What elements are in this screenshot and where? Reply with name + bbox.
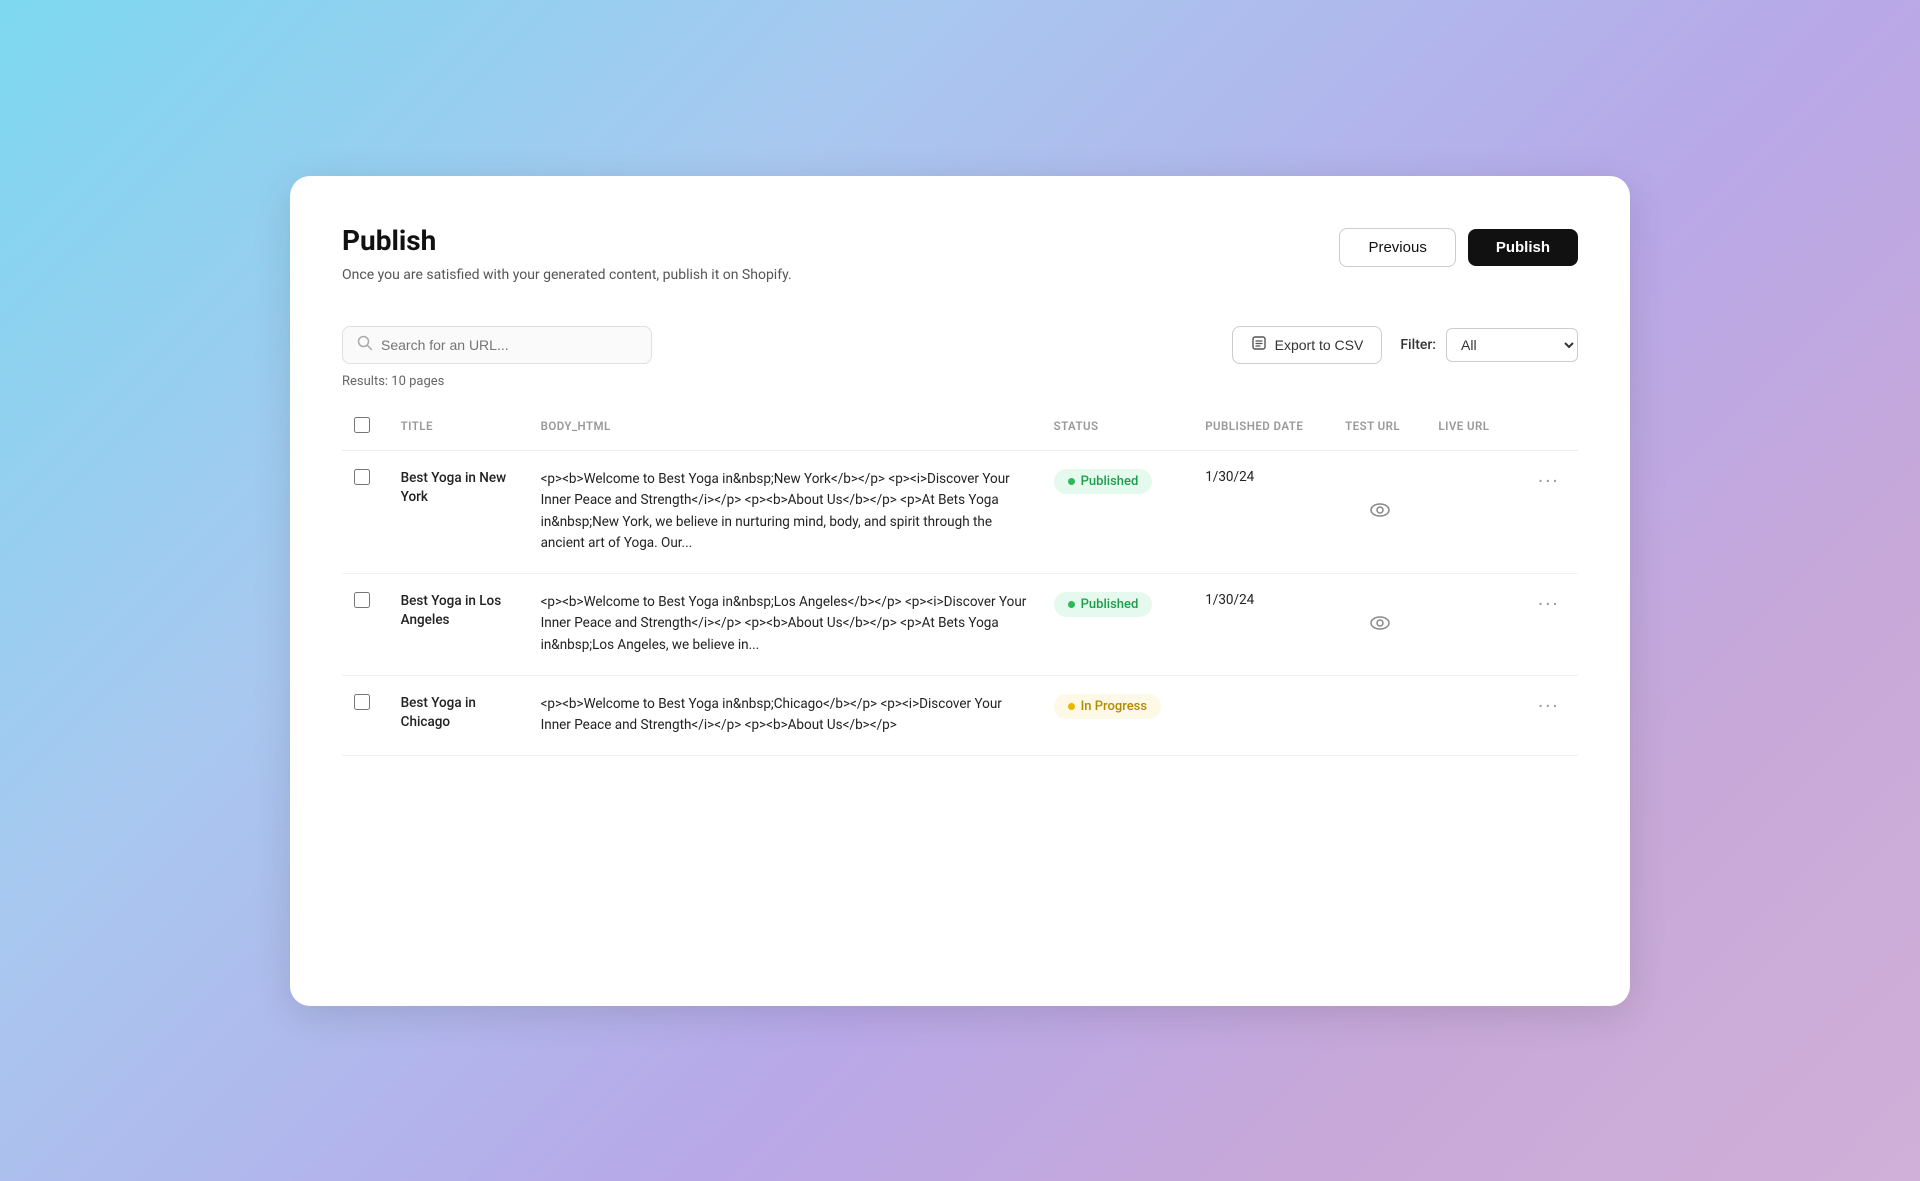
table-header-row: TITLE BODY_HTML STATUS PUBLISHED DATE TE…	[342, 409, 1578, 451]
test-url-eye-icon[interactable]	[1370, 501, 1390, 522]
row-test-url	[1333, 573, 1426, 675]
row-checkbox-cell	[342, 675, 389, 755]
table-row: Best Yoga in Chicago<p><b>Welcome to Bes…	[342, 675, 1578, 755]
export-label: Export to CSV	[1275, 337, 1364, 353]
th-test-url: TEST URL	[1333, 409, 1426, 451]
test-url-eye-icon[interactable]	[1370, 614, 1390, 635]
right-toolbar: Export to CSV Filter: All Published In P…	[1232, 326, 1578, 364]
row-title: Best Yoga in Chicago	[389, 675, 529, 755]
status-badge: Published	[1054, 469, 1153, 494]
search-input[interactable]	[381, 337, 637, 353]
row-status: Published	[1042, 573, 1194, 675]
row-body-html: <p><b>Welcome to Best Yoga in&nbsp;New Y…	[529, 450, 1042, 573]
actions-menu-button[interactable]: ···	[1538, 592, 1560, 616]
row-live-url	[1426, 573, 1519, 675]
table-row: Best Yoga in Los Angeles<p><b>Welcome to…	[342, 573, 1578, 675]
filter-label: Filter:	[1400, 337, 1436, 353]
row-title: Best Yoga in Los Angeles	[389, 573, 529, 675]
header-row: Publish Once you are satisfied with your…	[342, 224, 1578, 286]
results-label: Results: 10 pages	[342, 374, 1578, 389]
toolbar-row: Export to CSV Filter: All Published In P…	[342, 326, 1578, 364]
publish-button[interactable]: Publish	[1468, 229, 1578, 266]
row-checkbox[interactable]	[354, 592, 370, 608]
row-live-url	[1426, 450, 1519, 573]
row-test-url	[1333, 675, 1426, 755]
th-checkbox	[342, 409, 389, 451]
row-title: Best Yoga in New York	[389, 450, 529, 573]
row-date	[1193, 675, 1333, 755]
row-checkbox[interactable]	[354, 469, 370, 485]
row-actions: ···	[1520, 675, 1578, 755]
th-actions	[1520, 409, 1578, 451]
row-actions: ···	[1520, 573, 1578, 675]
table-row: Best Yoga in New York<p><b>Welcome to Be…	[342, 450, 1578, 573]
search-box	[342, 326, 652, 364]
export-icon	[1251, 335, 1267, 355]
row-checkbox-cell	[342, 573, 389, 675]
page-subtitle: Once you are satisfied with your generat…	[342, 265, 792, 286]
filter-wrapper: Filter: All Published In Progress Draft	[1400, 328, 1578, 362]
row-checkbox-cell	[342, 450, 389, 573]
row-body-html: <p><b>Welcome to Best Yoga in&nbsp;Chica…	[529, 675, 1042, 755]
header-left: Publish Once you are satisfied with your…	[342, 224, 792, 286]
th-live-url: LIVE URL	[1426, 409, 1519, 451]
search-icon	[357, 335, 373, 355]
filter-select[interactable]: All Published In Progress Draft	[1446, 328, 1578, 362]
previous-button[interactable]: Previous	[1339, 228, 1455, 267]
row-checkbox[interactable]	[354, 694, 370, 710]
th-published-date: PUBLISHED DATE	[1193, 409, 1333, 451]
header-buttons: Previous Publish	[1339, 228, 1578, 267]
row-test-url	[1333, 450, 1426, 573]
row-status: In Progress	[1042, 675, 1194, 755]
th-body-html: BODY_HTML	[529, 409, 1042, 451]
select-all-checkbox[interactable]	[354, 417, 370, 433]
row-live-url	[1426, 675, 1519, 755]
export-csv-button[interactable]: Export to CSV	[1232, 326, 1383, 364]
row-actions: ···	[1520, 450, 1578, 573]
row-date: 1/30/24	[1193, 450, 1333, 573]
actions-menu-button[interactable]: ···	[1538, 469, 1560, 493]
actions-menu-button[interactable]: ···	[1538, 694, 1560, 718]
row-body-html: <p><b>Welcome to Best Yoga in&nbsp;Los A…	[529, 573, 1042, 675]
row-date: 1/30/24	[1193, 573, 1333, 675]
th-status: STATUS	[1042, 409, 1194, 451]
main-card: Publish Once you are satisfied with your…	[290, 176, 1630, 1006]
th-title: TITLE	[389, 409, 529, 451]
pages-table: TITLE BODY_HTML STATUS PUBLISHED DATE TE…	[342, 409, 1578, 756]
page-title: Publish	[342, 224, 792, 257]
status-badge: In Progress	[1054, 694, 1161, 719]
status-badge: Published	[1054, 592, 1153, 617]
row-status: Published	[1042, 450, 1194, 573]
